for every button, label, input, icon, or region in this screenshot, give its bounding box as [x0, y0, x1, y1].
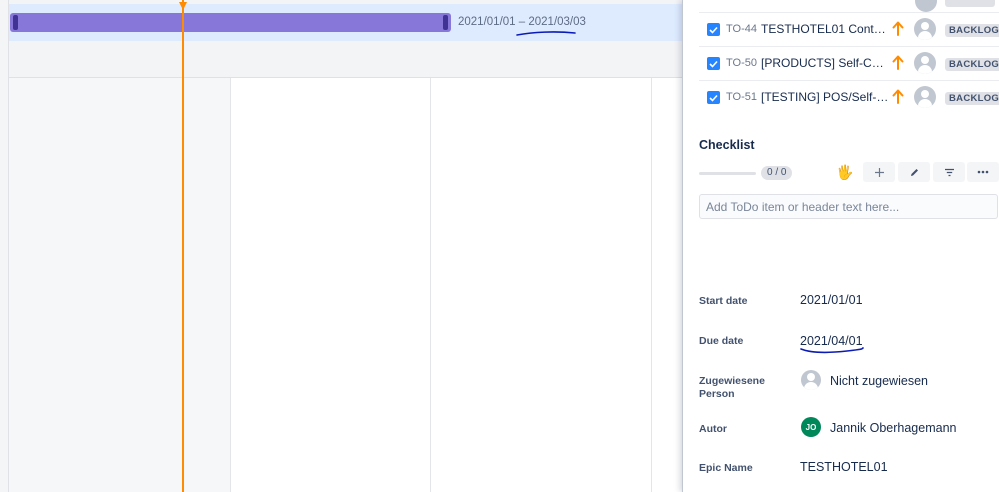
issue-detail-panel: TO-44 TESTHOTEL01 Content Optimierung BA…: [682, 0, 999, 492]
assignee-value[interactable]: Nicht zugewiesen: [830, 374, 928, 388]
status-badge[interactable]: BACKLOG: [945, 24, 999, 37]
checkbox-checked-icon[interactable]: [707, 91, 720, 104]
plus-icon: [874, 167, 884, 177]
checkbox-checked-icon[interactable]: [707, 57, 720, 70]
hand-icon[interactable]: 🖐: [836, 165, 853, 179]
reporter-value[interactable]: Jannik Oberhagemann: [830, 421, 956, 435]
epic-timeline-bar[interactable]: [10, 13, 451, 32]
unassigned-avatar-icon[interactable]: [914, 18, 936, 40]
unassigned-avatar-icon[interactable]: [801, 370, 821, 390]
arrow-up-icon: [892, 89, 904, 104]
more-icon: [977, 170, 989, 174]
bar-date-separator: –: [515, 16, 529, 28]
more-options-button[interactable]: [967, 162, 999, 182]
filter-button[interactable]: [933, 162, 965, 182]
today-marker-head: [179, 2, 187, 10]
filter-icon: [944, 168, 954, 176]
issue-summary[interactable]: TESTHOTEL01 Content Optimierung: [761, 22, 889, 36]
bar-date-range: 2021/01/01 – 2021/03/03: [458, 16, 586, 28]
child-issue-row[interactable]: TO-50 [PRODUCTS] Self-Check-in BACKLOG: [699, 46, 999, 80]
assignee-label: Zugewiesene Person: [699, 375, 765, 400]
issue-key[interactable]: TO-51: [726, 91, 757, 103]
epic-name-value[interactable]: TESTHOTEL01: [800, 460, 888, 474]
pencil-icon: [910, 168, 918, 176]
arrow-up-icon: [892, 21, 904, 36]
issue-key[interactable]: TO-50: [726, 57, 757, 69]
add-item-button[interactable]: [863, 162, 895, 182]
annotation-underline: [516, 31, 576, 36]
start-date-value[interactable]: 2021/01/01: [800, 293, 863, 307]
status-badge[interactable]: BACKLOG: [945, 58, 999, 71]
bar-start-handle[interactable]: [13, 15, 18, 30]
issue-summary[interactable]: [TESTING] POS/Self-Check-in: [761, 90, 889, 104]
today-marker-line: [182, 0, 184, 492]
unassigned-avatar-icon[interactable]: [914, 86, 936, 108]
annotation-underline: [800, 347, 864, 354]
unassigned-avatar-icon[interactable]: [914, 52, 936, 74]
todo-input[interactable]: [699, 194, 998, 219]
child-issue-row[interactable]: TO-51 [TESTING] POS/Self-Check-in BACKLO…: [699, 80, 999, 114]
checkbox-checked-icon[interactable]: [707, 23, 720, 36]
bar-end-date: 2021/03/03: [528, 16, 586, 28]
avatar-partial: [915, 0, 937, 12]
bar-end-handle[interactable]: [443, 15, 448, 30]
child-issue-row[interactable]: TO-44 TESTHOTEL01 Content Optimierung BA…: [699, 12, 999, 46]
checklist-progress-bar: [699, 172, 756, 175]
status-badge[interactable]: BACKLOG: [945, 92, 999, 105]
timeline-view: 2021/01/01 – 2021/03/03: [0, 0, 682, 492]
edit-button[interactable]: [898, 162, 930, 182]
checklist-progress-count: 0 / 0: [761, 166, 793, 180]
epic-name-label: Epic Name: [699, 462, 753, 474]
checklist-heading: Checklist: [699, 138, 755, 152]
reporter-avatar[interactable]: JO: [801, 417, 821, 437]
timeline-left-edge: [0, 0, 9, 492]
issue-summary[interactable]: [PRODUCTS] Self-Check-in: [761, 56, 889, 70]
issue-key[interactable]: TO-44: [726, 23, 757, 35]
start-date-label: Start date: [699, 295, 748, 307]
status-lozenge-partial: [945, 0, 995, 7]
reporter-label: Autor: [699, 423, 727, 435]
due-date-label: Due date: [699, 335, 744, 347]
arrow-up-icon: [892, 55, 904, 70]
bar-start-date: 2021/01/01: [458, 16, 516, 28]
